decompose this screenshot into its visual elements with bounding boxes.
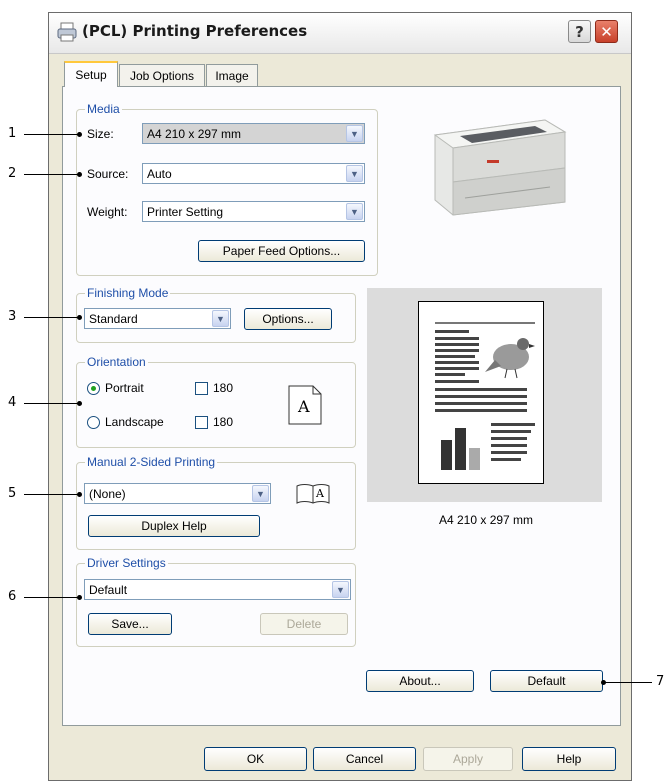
weight-dropdown[interactable]: Printer Setting ▼	[142, 201, 365, 222]
callout-line-6	[24, 597, 79, 598]
default-button[interactable]: Default	[490, 670, 603, 692]
tab-setup[interactable]: Setup	[64, 61, 118, 87]
callout-dot-2	[77, 172, 82, 177]
callout-dot-6	[77, 595, 82, 600]
callout-line-1	[24, 134, 79, 135]
callout-dot-4	[77, 401, 82, 406]
dropdown-arrow-icon[interactable]: ▼	[252, 485, 269, 502]
orientation-legend: Orientation	[85, 355, 148, 369]
source-value: Auto	[147, 166, 172, 181]
duplex-dropdown[interactable]: (None) ▼	[84, 483, 271, 504]
callout-6: 6	[8, 589, 17, 604]
portrait-180-checkbox[interactable]	[195, 382, 208, 395]
about-button[interactable]: About...	[366, 670, 474, 692]
finishing-mode-value: Standard	[89, 311, 138, 326]
callout-7: 7	[656, 674, 665, 689]
callout-1: 1	[8, 126, 17, 141]
callout-line-2	[24, 174, 79, 175]
weight-value: Printer Setting	[147, 204, 224, 219]
source-label: Source:	[87, 167, 129, 181]
help-button[interactable]: Help	[522, 747, 616, 771]
size-value: A4 210 x 297 mm	[147, 126, 242, 141]
preview-caption: A4 210 x 297 mm	[439, 513, 534, 527]
dropdown-arrow-icon[interactable]: ▼	[346, 125, 363, 142]
finishing-options-button[interactable]: Options...	[244, 308, 332, 330]
portrait-radio[interactable]	[87, 382, 100, 395]
duplex-help-button[interactable]: Duplex Help	[88, 515, 260, 537]
callout-dot-3	[77, 315, 82, 320]
radio-selected-dot	[91, 386, 96, 391]
landscape-label: Landscape	[105, 415, 164, 429]
callout-line-5	[24, 494, 79, 495]
preview-page	[418, 301, 544, 484]
callout-dot-5	[77, 492, 82, 497]
portrait-label: Portrait	[105, 381, 144, 395]
finishing-mode-legend: Finishing Mode	[85, 286, 171, 300]
callout-line-3	[24, 317, 79, 318]
dropdown-arrow-icon[interactable]: ▼	[346, 165, 363, 182]
callout-4: 4	[8, 395, 17, 410]
landscape-radio[interactable]	[87, 416, 100, 429]
tab-job-options[interactable]: Job Options	[119, 64, 205, 86]
booklet-icon-letter: A	[316, 487, 324, 500]
dropdown-arrow-icon[interactable]: ▼	[332, 581, 349, 598]
callout-3: 3	[8, 309, 17, 324]
booklet-icon: A	[296, 483, 330, 505]
dropdown-arrow-icon[interactable]: ▼	[212, 310, 229, 327]
source-dropdown[interactable]: Auto ▼	[142, 163, 365, 184]
help-icon[interactable]: ?	[568, 20, 591, 43]
callout-2: 2	[8, 166, 17, 181]
printer-icon	[56, 21, 78, 43]
portrait-icon-letter: A	[298, 397, 310, 416]
callout-5: 5	[8, 486, 17, 501]
callout-dot-1	[77, 132, 82, 137]
driver-settings-legend: Driver Settings	[85, 556, 168, 570]
ok-button[interactable]: OK	[204, 747, 307, 771]
driver-settings-value: Default	[89, 582, 128, 597]
weight-label: Weight:	[87, 205, 128, 219]
media-legend: Media	[85, 102, 122, 116]
apply-button[interactable]: Apply	[423, 747, 513, 771]
driver-settings-dropdown[interactable]: Default ▼	[84, 579, 351, 600]
printer-image	[425, 110, 570, 220]
save-settings-button[interactable]: Save...	[88, 613, 172, 635]
landscape-180-label: 180	[213, 415, 234, 429]
cancel-button[interactable]: Cancel	[313, 747, 416, 771]
size-label: Size:	[87, 127, 114, 141]
delete-settings-button[interactable]: Delete	[260, 613, 348, 635]
tab-image[interactable]: Image	[206, 64, 258, 86]
callout-line-7	[604, 682, 652, 683]
duplex-value: (None)	[89, 486, 126, 501]
window-title: (PCL) Printing Preferences	[82, 22, 308, 40]
portrait-180-label: 180	[213, 381, 234, 395]
finishing-mode-dropdown[interactable]: Standard ▼	[84, 308, 231, 329]
size-dropdown[interactable]: A4 210 x 297 mm ▼	[142, 123, 365, 144]
dropdown-arrow-icon[interactable]: ▼	[346, 203, 363, 220]
callout-line-4	[24, 403, 79, 404]
portrait-page-icon: A	[288, 385, 322, 425]
manual-duplex-legend: Manual 2-Sided Printing	[85, 455, 218, 469]
paper-feed-options-button[interactable]: Paper Feed Options...	[198, 240, 365, 262]
landscape-180-checkbox[interactable]	[195, 416, 208, 429]
close-icon[interactable]: ✕	[595, 20, 618, 43]
